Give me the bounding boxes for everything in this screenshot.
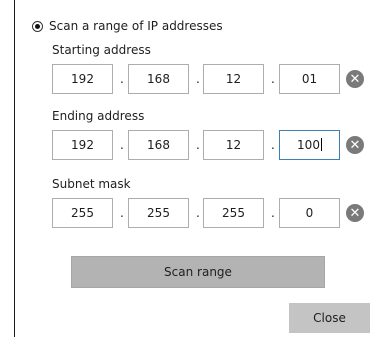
window-left-border	[14, 0, 15, 337]
octet-separator: .	[196, 72, 200, 86]
starting-address-label: Starting address	[52, 43, 151, 57]
radio-selected-dot	[35, 23, 40, 29]
starting-address-octet-4[interactable]: 01	[279, 64, 340, 94]
subnet-mask-row: 255 . 255 . 255 . 0 ✕	[52, 198, 370, 228]
subnet-mask-octet-1[interactable]: 255	[52, 198, 113, 228]
clear-icon: ✕	[349, 205, 361, 221]
octet-separator: .	[196, 206, 200, 220]
subnet-mask-octet-3[interactable]: 255	[203, 198, 264, 228]
starting-address-octet-3[interactable]: 12	[203, 64, 264, 94]
octet-separator: .	[196, 138, 200, 152]
starting-address-row: 192 . 168 . 12 . 01 ✕	[52, 64, 370, 94]
octet-separator: .	[271, 138, 275, 152]
octet-separator: .	[120, 138, 124, 152]
subnet-mask-label: Subnet mask	[52, 177, 131, 191]
octet-separator: .	[120, 206, 124, 220]
ending-address-row: 192 . 168 . 12 . 100 ✕	[52, 130, 370, 160]
clear-icon: ✕	[349, 137, 361, 153]
scan-range-option[interactable]: Scan a range of IP addresses	[32, 19, 223, 33]
clear-ending-address-button[interactable]: ✕	[346, 136, 364, 154]
ending-address-octet-4[interactable]: 100	[279, 130, 340, 160]
subnet-mask-octet-2[interactable]: 255	[128, 198, 189, 228]
scan-range-radio-label: Scan a range of IP addresses	[49, 19, 223, 33]
scan-range-radio[interactable]	[32, 20, 43, 32]
clear-starting-address-button[interactable]: ✕	[346, 70, 364, 88]
ending-address-octet-3[interactable]: 12	[203, 130, 264, 160]
ending-address-label: Ending address	[52, 109, 145, 123]
starting-address-octet-2[interactable]: 168	[128, 64, 189, 94]
starting-address-octet-1[interactable]: 192	[52, 64, 113, 94]
close-button-label: Close	[313, 311, 346, 325]
ending-address-octet-4-value: 100	[297, 138, 320, 152]
ending-address-octet-2[interactable]: 168	[128, 130, 189, 160]
octet-separator: .	[271, 72, 275, 86]
octet-separator: .	[120, 72, 124, 86]
close-button[interactable]: Close	[289, 303, 370, 333]
clear-subnet-mask-button[interactable]: ✕	[346, 204, 364, 222]
ending-address-octet-1[interactable]: 192	[52, 130, 113, 160]
scan-range-button-label: Scan range	[164, 265, 232, 279]
subnet-mask-octet-4[interactable]: 0	[279, 198, 340, 228]
scan-range-button[interactable]: Scan range	[71, 256, 325, 288]
text-caret	[320, 138, 322, 151]
octet-separator: .	[271, 206, 275, 220]
clear-icon: ✕	[349, 71, 361, 87]
